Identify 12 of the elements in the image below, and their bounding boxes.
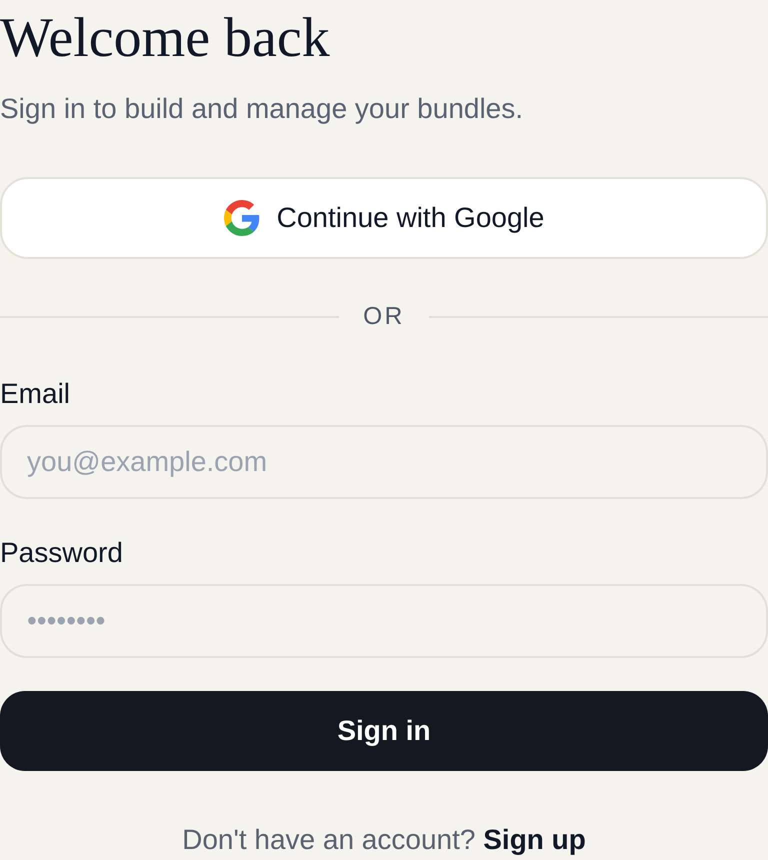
field-label: Password (0, 537, 123, 569)
sign-in-button[interactable]: Sign in (0, 691, 768, 771)
signup-link[interactable]: Sign up (483, 824, 586, 855)
divider-label: OR (363, 302, 405, 332)
input-field[interactable]: •••••••• (0, 584, 768, 658)
input-field[interactable]: you@example.com (0, 425, 768, 499)
field-label: Email (0, 378, 70, 410)
page-title: Welcome back (0, 7, 330, 69)
google-sign-in-button[interactable]: Continue with Google (0, 177, 768, 259)
signup-prompt: Don't have an account? Sign up (182, 824, 586, 856)
google-icon (224, 200, 260, 236)
page-subtitle: Sign in to build and manage your bundles. (0, 93, 524, 125)
